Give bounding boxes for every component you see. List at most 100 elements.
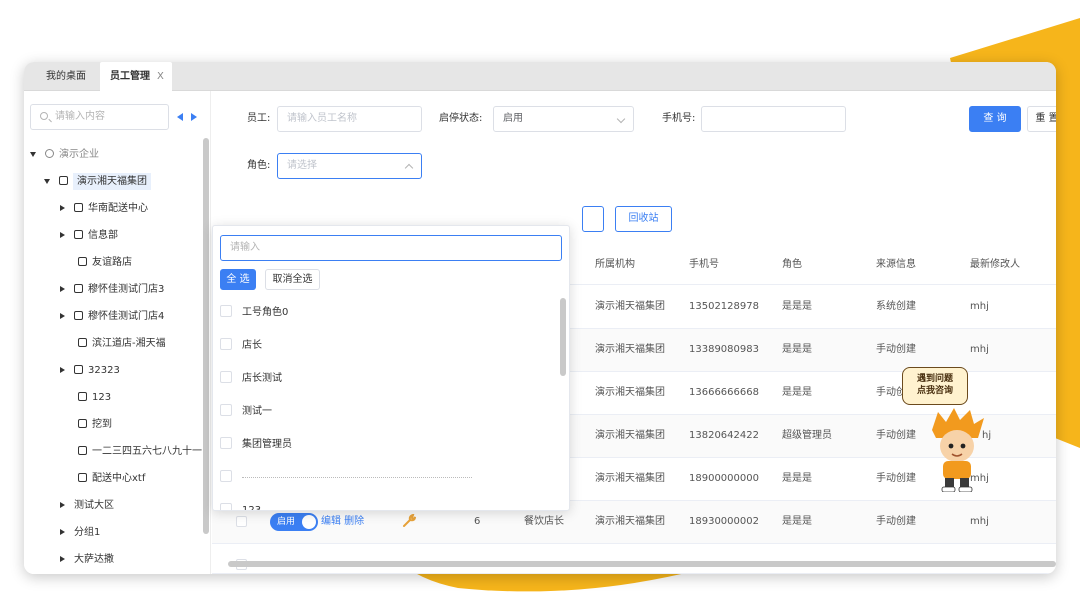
deselect-all-button[interactable]: 取消全选 <box>265 269 320 290</box>
department-icon <box>74 229 83 239</box>
role-option[interactable]: 123 <box>220 500 261 510</box>
tree-search-placeholder: 请输入内容 <box>55 111 105 122</box>
cell-role: 是是是 <box>782 301 812 312</box>
toolbar-button-partial[interactable] <box>582 206 604 232</box>
reset-button[interactable]: 重 置 <box>1027 106 1056 132</box>
collapse-left-icon[interactable] <box>177 113 183 121</box>
tree-node-wadao[interactable]: 挖到 <box>78 414 112 436</box>
blurred-option-text <box>242 476 472 478</box>
tree-node-south-china[interactable]: 华南配送中心 <box>60 198 148 220</box>
cell-phone: 18930000002 <box>689 516 759 527</box>
tree-node-group-1[interactable]: 分组1 <box>60 522 100 544</box>
caret-right-icon[interactable] <box>60 556 65 562</box>
tree-node-group[interactable]: 演示湘天福集团 <box>44 171 151 193</box>
role-option[interactable]: 工号角色0 <box>220 302 288 324</box>
role-option[interactable]: 店长 <box>220 335 262 357</box>
role-dropdown-search-input[interactable]: 请输入 <box>220 235 562 261</box>
tree-node-label: 挖到 <box>92 419 112 430</box>
role-option[interactable]: 店长测试 <box>220 368 282 390</box>
tree-node-label: 穆怀佳测试门店3 <box>88 284 165 295</box>
cell-org: 演示湘天福集团 <box>595 301 665 312</box>
tree-node-label: 信息部 <box>88 230 118 241</box>
cell-source: 手动创建 <box>876 516 916 527</box>
caret-right-icon[interactable] <box>60 367 65 373</box>
caret-right-icon[interactable] <box>60 313 65 319</box>
role-option[interactable]: 测试一 <box>220 401 272 423</box>
tree-node-numbers[interactable]: 一二三四五六七八九十一 <box>78 441 202 463</box>
select-all-button[interactable]: 全 选 <box>220 269 256 290</box>
column-header-phone[interactable]: 手机号 <box>689 245 719 285</box>
tree-node-label: 穆怀佳测试门店4 <box>88 311 165 322</box>
warehouse-icon <box>78 472 87 482</box>
role-option-label: 店长测试 <box>242 373 282 384</box>
cell-modifier: mhj <box>970 516 989 527</box>
tree-node-dasada[interactable]: 大萨达撒 <box>60 549 114 571</box>
column-header-source[interactable]: 来源信息 <box>876 245 916 285</box>
role-select[interactable]: 请选择 <box>277 153 422 179</box>
chevron-up-icon <box>404 163 414 173</box>
table-horizontal-scrollbar[interactable] <box>228 561 1056 567</box>
caret-right-icon[interactable] <box>60 232 65 238</box>
enterprise-icon <box>45 148 54 158</box>
tree-node-test-store-4[interactable]: 穆怀佳测试门店4 <box>60 306 164 328</box>
tree-node-123[interactable]: 123 <box>78 387 111 409</box>
dropdown-scrollbar[interactable] <box>560 298 566 376</box>
status-toggle[interactable]: 启用 <box>270 513 318 531</box>
caret-down-icon[interactable] <box>30 151 36 157</box>
cell-modifier: mhj <box>970 301 989 312</box>
caret-right-icon[interactable] <box>60 205 65 211</box>
column-header-org[interactable]: 所属机构 <box>595 245 635 285</box>
checkbox[interactable] <box>220 404 232 416</box>
status-select[interactable]: 启用 <box>493 106 634 132</box>
cell-modifier: mhj <box>970 344 989 355</box>
expand-right-icon[interactable] <box>191 113 197 121</box>
row-checkbox[interactable] <box>236 516 247 527</box>
tree-node-distribution-xtf[interactable]: 配送中心xtf <box>78 468 145 490</box>
tree-node-label: 友谊路店 <box>92 257 132 268</box>
tree-node-label: 滨江道店-湘天福 <box>92 338 166 349</box>
sidebar-scrollbar[interactable] <box>203 138 209 534</box>
tree-search-input[interactable]: 请输入内容 <box>30 104 169 130</box>
cell-source: 手动创建 <box>876 430 916 441</box>
role-option-blurred[interactable] <box>220 467 472 489</box>
caret-down-icon[interactable] <box>44 178 50 184</box>
phone-input[interactable] <box>701 106 846 132</box>
status-toggle-label: 启用 <box>277 517 296 527</box>
recycle-bin-button[interactable]: 回收站 <box>615 206 672 232</box>
tab-close-icon[interactable]: X <box>157 71 164 82</box>
mascot-character-icon[interactable] <box>928 408 986 492</box>
tree-node-binjiang-store[interactable]: 滨江道店-湘天福 <box>78 333 166 355</box>
cell-role: 超级管理员 <box>782 430 832 441</box>
role-option[interactable]: 集团管理员 <box>220 434 292 456</box>
checkbox[interactable] <box>220 371 232 383</box>
tree-node-info-dept[interactable]: 信息部 <box>60 225 118 247</box>
table-row-partial[interactable] <box>212 544 1056 574</box>
role-dropdown-panel: 请输入 全 选 取消全选 工号角色0 店长 店长测试 测试一 集团管理员 123 <box>212 225 570 511</box>
checkbox[interactable] <box>220 503 232 510</box>
tree-node-youyi-store[interactable]: 友谊路店 <box>78 252 132 274</box>
caret-right-icon[interactable] <box>60 286 65 292</box>
checkbox[interactable] <box>220 305 232 317</box>
tree-node-demo-enterprise[interactable]: 演示企业 <box>30 144 99 166</box>
tree-node-32323[interactable]: 32323 <box>60 360 120 382</box>
checkbox[interactable] <box>220 338 232 350</box>
caret-right-icon[interactable] <box>60 529 65 535</box>
checkbox[interactable] <box>220 470 232 482</box>
employee-name-input[interactable]: 请输入员工名称 <box>277 106 422 132</box>
cell-source: 手动创建 <box>876 473 916 484</box>
tree-node-test-region[interactable]: 测试大区 <box>60 495 114 517</box>
tab-desktop[interactable]: 我的桌面 <box>46 62 86 91</box>
tree-node-label: 123 <box>92 392 112 403</box>
column-header-modifier[interactable]: 最新修改人 <box>970 245 1020 285</box>
query-button[interactable]: 查 询 <box>969 106 1021 132</box>
help-bubble-line2: 点我咨询 <box>916 386 953 396</box>
tree-node-test-store-3[interactable]: 穆怀佳测试门店3 <box>60 279 164 301</box>
help-bubble[interactable]: 遇到问题 点我咨询 <box>902 367 968 405</box>
role-option-label: 集团管理员 <box>242 439 292 450</box>
caret-right-icon[interactable] <box>60 502 65 508</box>
tree-node-label: 32323 <box>88 365 120 376</box>
tab-employee-management[interactable]: 员工管理 X <box>100 62 172 91</box>
checkbox[interactable] <box>220 437 232 449</box>
column-header-role[interactable]: 角色 <box>782 245 802 285</box>
wrench-icon[interactable] <box>402 514 416 528</box>
